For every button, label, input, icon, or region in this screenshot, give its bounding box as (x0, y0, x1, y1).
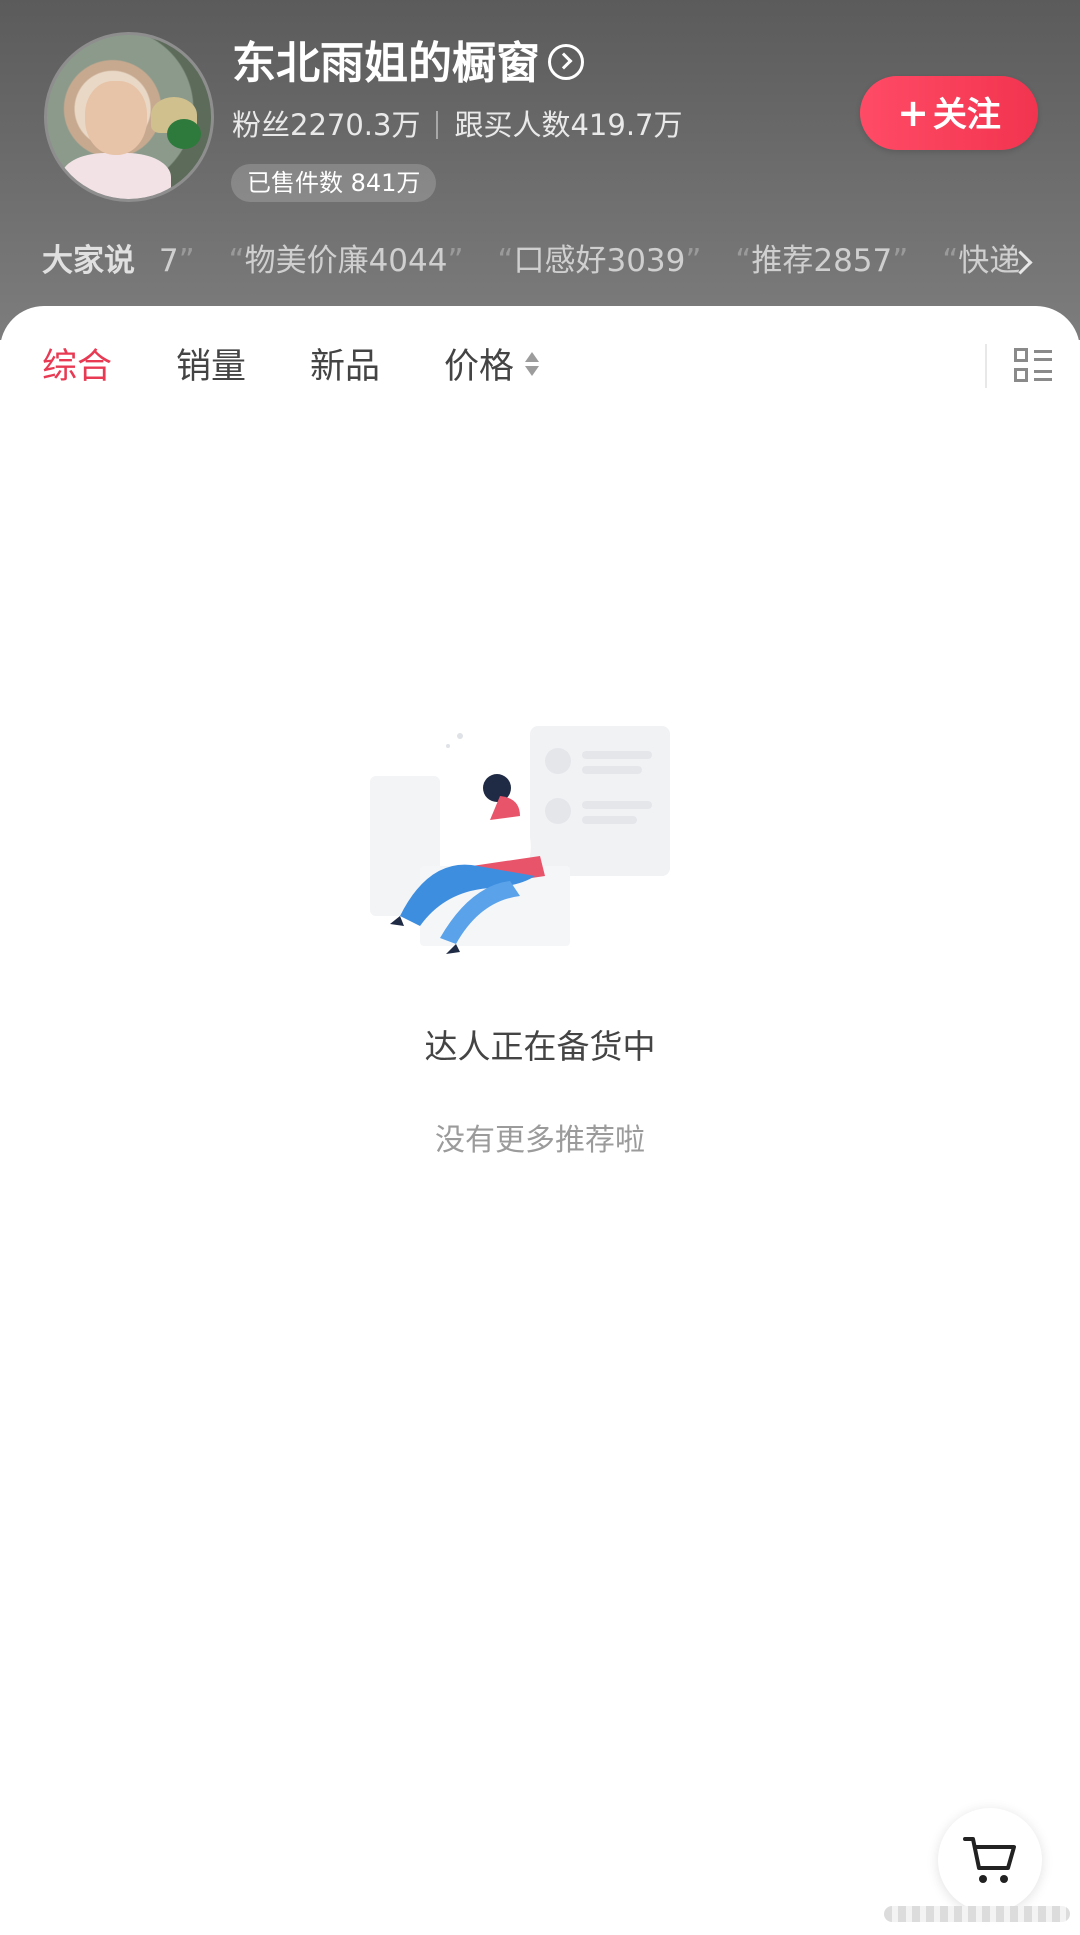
sold-count-badge: 已售件数 841万 (231, 164, 437, 202)
avatar-face (85, 81, 147, 155)
shop-name-text: 东北雨姐的橱窗 (232, 38, 540, 89)
cart-icon (963, 1837, 1016, 1883)
shop-name[interactable]: 东北雨姐的橱窗 (232, 34, 584, 94)
chevron-right-icon[interactable] (1008, 246, 1038, 276)
tab-sales[interactable]: 销量 (176, 336, 246, 398)
review-tag[interactable]: “口感好3039” (497, 243, 701, 279)
buyers-count: 跟买人数419.7万 (454, 108, 683, 142)
tabs-divider (985, 344, 987, 388)
sort-tabs: 综合 销量 新品 价格 (0, 336, 1080, 398)
review-tag[interactable]: “物美价廉4044” (229, 243, 464, 279)
empty-state-title: 达人正在备货中 (424, 1027, 656, 1066)
tab-comprehensive[interactable]: 综合 (42, 336, 112, 398)
avatar[interactable] (44, 32, 214, 202)
avatar-shirt (61, 153, 171, 199)
shop-header: 东北雨姐的橱窗 粉丝2270.3万 跟买人数419.7万 已售件数 841万 + 关… (0, 0, 1080, 340)
tab-price[interactable]: 价格 (444, 336, 540, 398)
review-tag[interactable]: 7” (159, 243, 195, 279)
review-tag[interactable]: “推荐2857” (735, 243, 908, 279)
product-panel: 综合 销量 新品 价格 达人正在备货中 没有更多推荐啦 (0, 306, 1080, 1935)
stats-divider (436, 111, 439, 139)
shop-stats: 粉丝2270.3万 跟买人数419.7万 (232, 103, 683, 147)
watermark-strip (884, 1906, 1070, 1922)
avatar-green-object (167, 119, 201, 149)
reviews-strip[interactable]: 大家说 7” “物美价廉4044” “口感好3039” “推荐2857” “快递 (42, 236, 1022, 286)
chevron-right-circle-icon[interactable] (548, 44, 584, 80)
plus-icon: + (897, 91, 929, 135)
tab-new[interactable]: 新品 (310, 336, 380, 398)
followers-count: 粉丝2270.3万 (232, 108, 421, 142)
cart-button[interactable] (938, 1808, 1042, 1912)
empty-illustration (370, 726, 670, 954)
list-layout-icon[interactable] (1014, 348, 1052, 384)
reviews-lead: 大家说 (42, 243, 135, 279)
follow-label: 关注 (932, 95, 1001, 135)
sort-updown-icon (524, 350, 540, 380)
empty-state-subtitle: 没有更多推荐啦 (435, 1123, 645, 1158)
follow-button[interactable]: + 关注 (860, 76, 1038, 150)
tab-price-label: 价格 (444, 347, 515, 387)
